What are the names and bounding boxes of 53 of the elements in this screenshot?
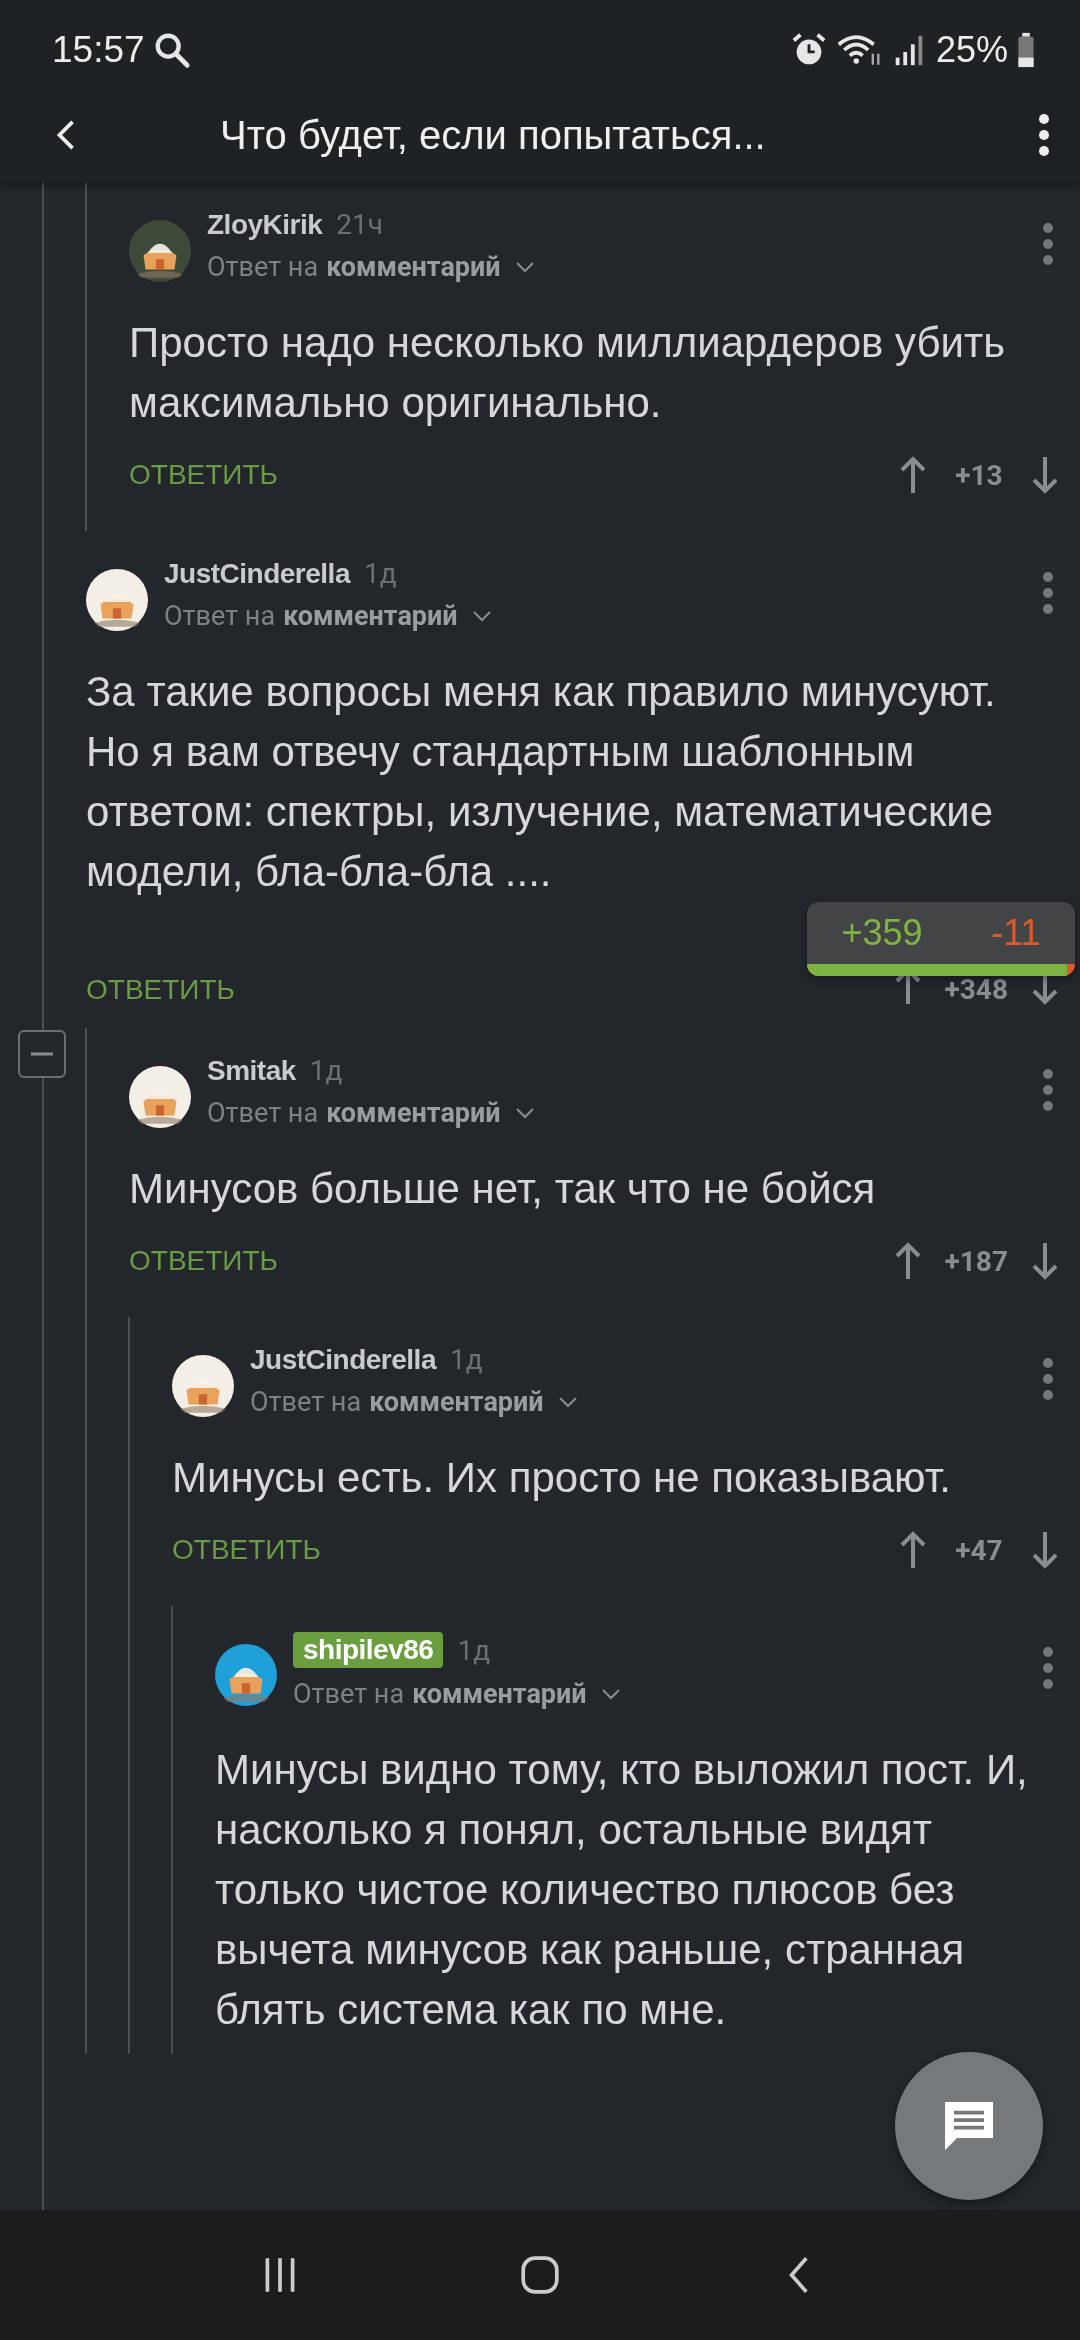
- reply-to-label: Ответ на: [207, 1097, 319, 1129]
- comment-text: Минусы видно тому, кто выложил пост. И, насколько я понял, остальные видят только чистое количество плюсов без вычета минусов как раньше, странная блять система как по мне.: [215, 1745, 1029, 2035]
- comment-text: За такие вопросы меня как правило минусуют. Но я вам отвечу стандартным шаблонным ответом: спектры, излучение, математические модели, бла-бла-бла ....: [86, 667, 997, 897]
- plus-count: +359: [841, 912, 923, 954]
- comment-age: 1д: [363, 557, 397, 590]
- minus-count: -11: [991, 912, 1041, 954]
- reply-to-label: Ответ на: [164, 600, 276, 632]
- rating-score: +348: [944, 973, 1008, 1006]
- chevron-icon[interactable]: [557, 1396, 578, 1408]
- chevron-icon[interactable]: [514, 1107, 535, 1119]
- reply-to-label: Ответ на: [250, 1386, 362, 1418]
- rating-score: +47: [954, 1533, 1004, 1567]
- reply-link[interactable]: ОТВЕТИТЬ: [129, 459, 278, 491]
- chevron-icon[interactable]: [600, 1688, 621, 1700]
- username[interactable]: ZloyKirik: [207, 208, 323, 241]
- comment-age: 1д: [457, 1633, 491, 1667]
- chevron-icon[interactable]: [471, 610, 492, 622]
- comment-text: Просто надо несколько миллиардеров убить максимально оригинально.: [129, 318, 1007, 428]
- reply-link[interactable]: ОТВЕТИТЬ: [86, 974, 235, 1006]
- reply-to-link[interactable]: комментарий: [369, 1386, 544, 1418]
- reply-to-link[interactable]: комментарий: [412, 1678, 587, 1710]
- minus-icon: [31, 1052, 53, 1056]
- comment-text: Минусы есть. Их просто не показывают.: [172, 1453, 952, 1503]
- username[interactable]: JustCinderella: [164, 557, 350, 590]
- reply-to-label: Ответ на: [207, 251, 319, 283]
- clock-time: 15:57: [52, 29, 145, 71]
- downvote-icon[interactable]: [1030, 455, 1060, 495]
- collapse-button[interactable]: [18, 1030, 66, 1078]
- post-title: Что будет, если попытаться...: [219, 112, 767, 158]
- downvote-icon[interactable]: [1030, 1241, 1060, 1281]
- rating-score: +187: [944, 1244, 1008, 1278]
- reply-to-link[interactable]: комментарий: [283, 600, 458, 632]
- reply-to-link[interactable]: комментарий: [326, 251, 501, 283]
- reply-to-label: Ответ на: [293, 1678, 405, 1710]
- comment-age: 1д: [449, 1343, 483, 1376]
- username[interactable]: JustCinderella: [250, 1343, 436, 1376]
- rating-score: +13: [954, 458, 1004, 492]
- more-icon[interactable]: [1038, 113, 1050, 157]
- username[interactable]: Smitak: [207, 1054, 296, 1087]
- username[interactable]: shipilev86: [293, 1632, 444, 1668]
- upvote-icon[interactable]: [898, 1530, 928, 1570]
- reply-link[interactable]: ОТВЕТИТЬ: [172, 1534, 321, 1566]
- chevron-icon[interactable]: [514, 261, 535, 273]
- reply-to-link[interactable]: комментарий: [326, 1097, 501, 1129]
- battery-percent: 25%: [935, 29, 1008, 71]
- comment-text: Минусов больше нет, так что не бойся: [129, 1164, 877, 1214]
- battery-icon: [1016, 31, 1036, 69]
- upvote-icon[interactable]: [898, 455, 928, 495]
- comment-age: 1д: [309, 1054, 343, 1087]
- reply-link[interactable]: ОТВЕТИТЬ: [129, 1245, 278, 1277]
- comment-age: 21ч: [336, 208, 383, 241]
- home-icon[interactable]: [519, 2254, 561, 2296]
- downvote-icon[interactable]: [1030, 1530, 1060, 1570]
